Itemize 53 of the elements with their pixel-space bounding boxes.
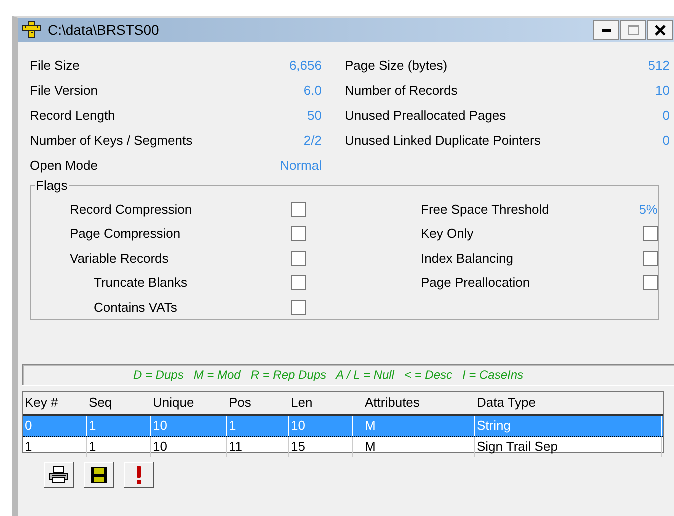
table-cell: M: [353, 437, 475, 457]
table-cell: Sign Trail Sep: [475, 437, 662, 457]
table-cell: 0: [23, 416, 87, 436]
column-header: Data Type: [476, 394, 538, 412]
field-value: 50: [308, 108, 322, 123]
column-header: Key #: [24, 394, 60, 412]
field-label: File Size: [30, 58, 80, 73]
group-title: Flags: [35, 178, 69, 193]
field-value: 6,656: [289, 58, 322, 73]
table-cell: 10: [151, 416, 227, 436]
table-row[interactable]: 1 1 10 11 15 M Sign Trail Sep: [23, 437, 663, 457]
flag-label: Contains VATs: [93, 300, 178, 315]
field-value: 6.0: [304, 83, 322, 98]
table-cell: 15: [289, 437, 353, 457]
field-label: Number of Records: [345, 83, 458, 98]
window-title: C:\data\BRSTS00: [48, 22, 160, 38]
column-header: Pos: [228, 394, 252, 412]
table-cell: 1: [23, 437, 87, 457]
field-value: 0: [662, 133, 670, 148]
table-cell: 1: [227, 416, 289, 436]
column-header: Seq: [88, 394, 114, 412]
table-cell: 11: [227, 437, 289, 457]
flag-label: Key Only: [421, 226, 474, 242]
table-cell: 1: [87, 416, 151, 436]
field-label: File Version: [30, 83, 98, 98]
column-header: Unique: [152, 394, 196, 412]
field-label: Unused Linked Duplicate Pointers: [345, 133, 541, 148]
flag-label: Truncate Blanks: [93, 275, 188, 290]
table-cell: 1: [87, 437, 151, 457]
field-value: 10: [656, 83, 670, 98]
flag-label: Record Compression: [70, 202, 192, 217]
field-label: Number of Keys / Segments: [30, 133, 193, 148]
field-value: 0: [662, 108, 670, 123]
table-cell: String: [475, 416, 662, 436]
table-cell: 10: [151, 437, 227, 457]
field-label: Page Size (bytes): [345, 58, 448, 73]
flag-label: Index Balancing: [421, 250, 514, 266]
field-value: Normal: [280, 158, 322, 173]
field-label: Open Mode: [30, 158, 98, 173]
column-header: Len: [290, 394, 314, 412]
table-cell: M: [353, 416, 475, 436]
table-cell: 10: [289, 416, 353, 436]
field-value: 512: [648, 58, 670, 73]
flag-label: Variable Records: [70, 250, 169, 266]
flag-value: 5%: [639, 202, 658, 217]
field-value: 2/2: [304, 133, 322, 148]
flag-label: Page Preallocation: [421, 275, 530, 290]
column-header: Attributes: [364, 394, 421, 412]
field-label: Record Length: [30, 108, 116, 123]
flag-label: Free Space Threshold: [421, 202, 550, 217]
flag-label: Page Compression: [70, 226, 181, 242]
legend-text: D = Dups M = Mod R = Rep Dups A / L = Null < = Desc I = CaseIns: [133, 368, 524, 382]
field-label: Unused Preallocated Pages: [345, 108, 506, 123]
